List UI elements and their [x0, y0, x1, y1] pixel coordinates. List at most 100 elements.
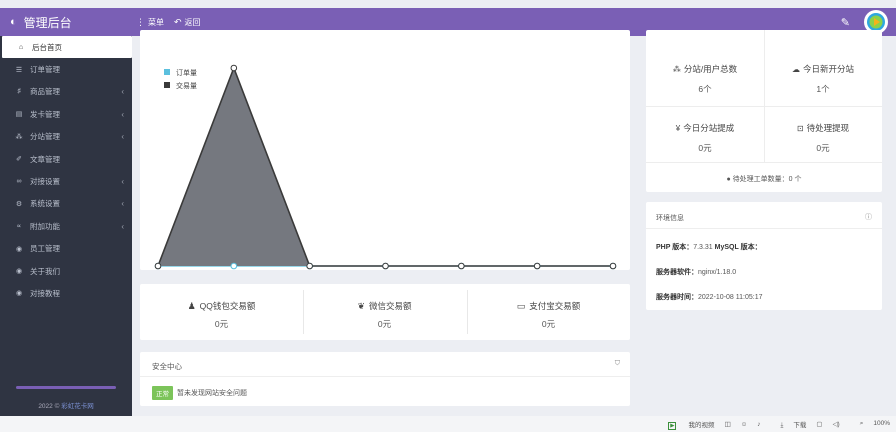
sidebar: ⌂ 后台首页 ☰ 订单管理 ♯ 商品管理 ‹ ▤ 发卡管理 ‹ ⁂ 分站管理 ‹… — [0, 36, 132, 416]
divider — [140, 376, 630, 377]
alipay-value: 0元 — [541, 319, 556, 329]
footer-link[interactable]: 彩虹花卡网 — [61, 403, 94, 410]
screenshot-icon[interactable]: ◫ — [724, 420, 730, 428]
comment-icon: ● — [726, 176, 731, 183]
data-point — [230, 262, 238, 270]
chevron-left-icon: ‹ — [121, 132, 124, 142]
trade-chart: 0901090209040906090810031007订单量交易量 — [154, 64, 617, 270]
pending-tickets[interactable]: ● 待处理工单数量：0 个 — [646, 174, 882, 184]
copyright: 2022 © 彩虹花卡网 — [38, 403, 94, 410]
divider — [646, 228, 882, 229]
volume-icon[interactable]: ◁) — [833, 420, 840, 428]
qq-wallet-stat: ♟ QQ钱包交易额 0元 — [140, 284, 303, 340]
data-point — [609, 262, 617, 270]
emoji-icon[interactable]: ☺ — [741, 421, 748, 428]
download-icon: ⤓ — [780, 421, 784, 429]
chevron-left-icon: ‹ — [121, 221, 124, 231]
article-icon: ✐ — [16, 156, 22, 164]
stat-new-substations: ☁ 今日新开分站 1个 — [791, 64, 854, 94]
card-icon: ▤ — [15, 111, 23, 119]
divider — [646, 162, 882, 163]
sidebar-item-connect[interactable]: ∞ 对接设置 ‹ — [0, 170, 132, 192]
sidebar-footer: 2022 © 彩虹花卡网 — [0, 386, 132, 416]
menu-button[interactable]: ⋮ 菜单 — [136, 17, 164, 28]
status-badge: 正常 — [152, 386, 173, 400]
tutorial-icon: ◉ — [15, 290, 23, 298]
env-server: 服务器软件：nginx/1.18.0 — [656, 269, 737, 276]
window-icon[interactable]: ▢ — [816, 420, 822, 428]
play-logo-icon — [867, 13, 885, 31]
env-title: 环境信息 — [656, 215, 684, 222]
legend-label: 交易量 — [176, 81, 197, 90]
sound-icon[interactable]: ♪ — [757, 421, 760, 428]
sidebar-item-substations[interactable]: ⁂ 分站管理 ‹ — [0, 126, 132, 148]
connect-icon: ∞ — [16, 178, 22, 186]
sidebar-item-tutorial[interactable]: ◉ 对接教程 — [0, 282, 132, 304]
sidebar-item-home[interactable]: ⌂ 后台首页 — [2, 36, 132, 59]
sidebar-item-articles[interactable]: ✐ 文章管理 — [0, 148, 132, 170]
wrench-icon[interactable]: ✎ — [841, 16, 850, 29]
chevron-left-icon: ‹ — [121, 109, 124, 119]
sidebar-item-orders[interactable]: ☰ 订单管理 — [0, 58, 132, 80]
sidebar-item-about[interactable]: ◉ 关于我们 — [0, 260, 132, 282]
data-point — [154, 262, 162, 270]
gear-icon: ⚙ — [15, 200, 23, 208]
sitemap-icon: ⁂ — [672, 64, 681, 74]
data-point — [382, 262, 389, 270]
env-card: 环境信息 ⓘ PHP 版本：7.3.31 MySQL 版本： 服务器软件：ngi… — [646, 202, 882, 310]
download-button[interactable]: ⤓ 下载 — [771, 419, 807, 430]
qq-icon: ♟ — [187, 300, 196, 311]
app-title: 管理后台 — [23, 15, 72, 30]
alipay-stat: ▭ 支付宝交易额 0元 — [467, 284, 630, 340]
sidebar-item-plugins[interactable]: ∝ 附加功能 ‹ — [0, 215, 132, 237]
plugin-icon: ∝ — [16, 223, 22, 231]
chart-card: 0901090209040906090810031007订单量交易量 — [140, 30, 630, 270]
env-php: PHP 版本：7.3.31 MySQL 版本： — [656, 244, 762, 251]
status-bar: ▶ 我的视频 ◫ ☺ ♪ ⤓ 下载 ▢ ◁) ⌕ 100% — [0, 416, 896, 432]
zoom-icon: ⌕ — [859, 420, 864, 427]
sidebar-item-settings[interactable]: ⚙ 系统设置 ‹ — [0, 193, 132, 215]
home-icon: ⌂ — [18, 43, 24, 51]
play-icon: ▶ — [668, 422, 677, 430]
shield-icon: ⛉ — [614, 360, 620, 367]
wechat-value: 0元 — [377, 319, 392, 329]
sidebar-item-staff[interactable]: ◉ 员工管理 — [0, 238, 132, 260]
sidebar-item-goods[interactable]: ♯ 商品管理 ‹ — [0, 81, 132, 103]
stat-pending-withdraw: ⊡ 待处理提现 0元 — [796, 123, 850, 153]
back-arrow-icon: ↶ — [174, 16, 182, 27]
series-area-1 — [158, 68, 613, 266]
data-point — [533, 262, 541, 270]
wechat-icon: ❦ — [357, 300, 366, 311]
legend-swatch — [164, 82, 170, 88]
data-point — [230, 64, 238, 72]
sidebar-item-cards[interactable]: ▤ 发卡管理 ‹ — [0, 103, 132, 125]
info-icon[interactable]: ⓘ — [865, 212, 872, 222]
money-icon: ⊡ — [796, 123, 804, 133]
dashboard-icon: ◐ — [10, 16, 17, 28]
chevron-left-icon: ‹ — [121, 199, 124, 209]
zoom-level[interactable]: ⌕ 100% — [850, 420, 890, 428]
sitemap-icon: ⁂ — [15, 133, 23, 141]
security-status: 正常 暂未发现网站安全问题 — [152, 386, 247, 400]
stats-card: ⁂ 分站/用户总数 6个 ☁ 今日新开分站 1个 ¥ 今日分站提成 0元 ⊡ 待处理提现… — [646, 30, 882, 192]
about-icon: ◉ — [15, 268, 23, 276]
goods-icon: ♯ — [17, 88, 21, 96]
qq-wallet-value: 0元 — [214, 319, 229, 329]
security-message: 暂未发现网站安全问题 — [177, 390, 247, 397]
my-video-button[interactable]: ▶ 我的视频 — [658, 419, 714, 430]
menu-icon: ⋮ — [136, 16, 145, 27]
chevron-left-icon: ‹ — [121, 177, 124, 187]
chevron-left-icon: ‹ — [121, 87, 124, 97]
staff-icon: ◉ — [15, 245, 23, 253]
back-button[interactable]: ↶ 返回 — [174, 17, 201, 28]
payments-card: ♟ QQ钱包交易额 0元 ❦ 微信交易额 0元 ▭ 支付宝交易额 0元 — [140, 284, 630, 340]
data-point — [306, 262, 313, 270]
security-title: 安全中心 — [152, 362, 182, 371]
legend-swatch — [164, 69, 170, 75]
card-icon: ▭ — [516, 300, 526, 311]
stat-substation-total: ⁂ 分站/用户总数 6个 — [672, 64, 738, 94]
sidebar-divider — [16, 386, 116, 389]
env-time: 服务器时间：2022-10-08 11:05:17 — [656, 294, 763, 301]
yen-icon: ¥ — [675, 123, 681, 133]
brand[interactable]: ◐ 管理后台 — [0, 8, 132, 36]
